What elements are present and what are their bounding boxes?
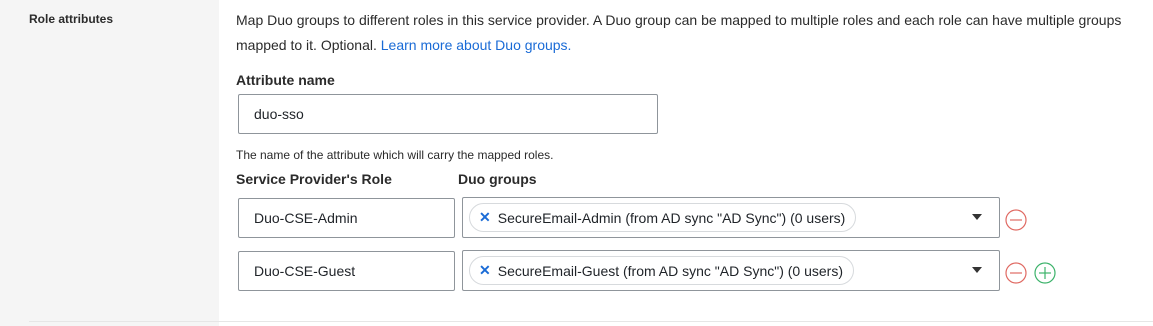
attribute-help-text: The name of the attribute which will car… [236,148,554,162]
minus-circle-icon[interactable] [1005,209,1027,231]
minus-circle-icon[interactable] [1005,262,1027,284]
section-label-column [0,0,219,326]
chevron-down-icon[interactable] [972,267,982,273]
group-chip-label: SecureEmail-Admin (from AD sync "AD Sync… [497,209,846,226]
group-chip-label: SecureEmail-Guest (from AD sync "AD Sync… [497,262,843,279]
plus-circle-icon[interactable] [1034,262,1056,284]
close-icon[interactable]: ✕ [479,209,491,226]
group-chip: ✕ SecureEmail-Admin (from AD sync "AD Sy… [469,203,857,232]
duo-groups-select-row-2[interactable]: ✕ SecureEmail-Guest (from AD sync "AD Sy… [462,250,1000,291]
attribute-name-label: Attribute name [236,72,335,88]
attribute-name-input[interactable] [238,94,658,134]
role-input-row-2[interactable] [238,251,455,291]
description-text: Map Duo groups to different roles in thi… [236,12,1122,53]
section-divider [29,321,1153,322]
section-label: Role attributes [29,12,114,26]
role-input-row-1[interactable] [238,198,455,238]
learn-more-link[interactable]: Learn more about Duo groups. [381,37,572,53]
role-column-header: Service Provider's Role [236,171,392,187]
role-attributes-page: Role attributes Map Duo groups to differ… [0,0,1153,326]
groups-column-header: Duo groups [458,171,537,187]
group-chip: ✕ SecureEmail-Guest (from AD sync "AD Sy… [469,256,854,285]
chevron-down-icon[interactable] [972,214,982,220]
close-icon[interactable]: ✕ [479,262,491,279]
duo-groups-select-row-1[interactable]: ✕ SecureEmail-Admin (from AD sync "AD Sy… [462,197,1000,238]
section-description: Map Duo groups to different roles in thi… [236,8,1136,58]
